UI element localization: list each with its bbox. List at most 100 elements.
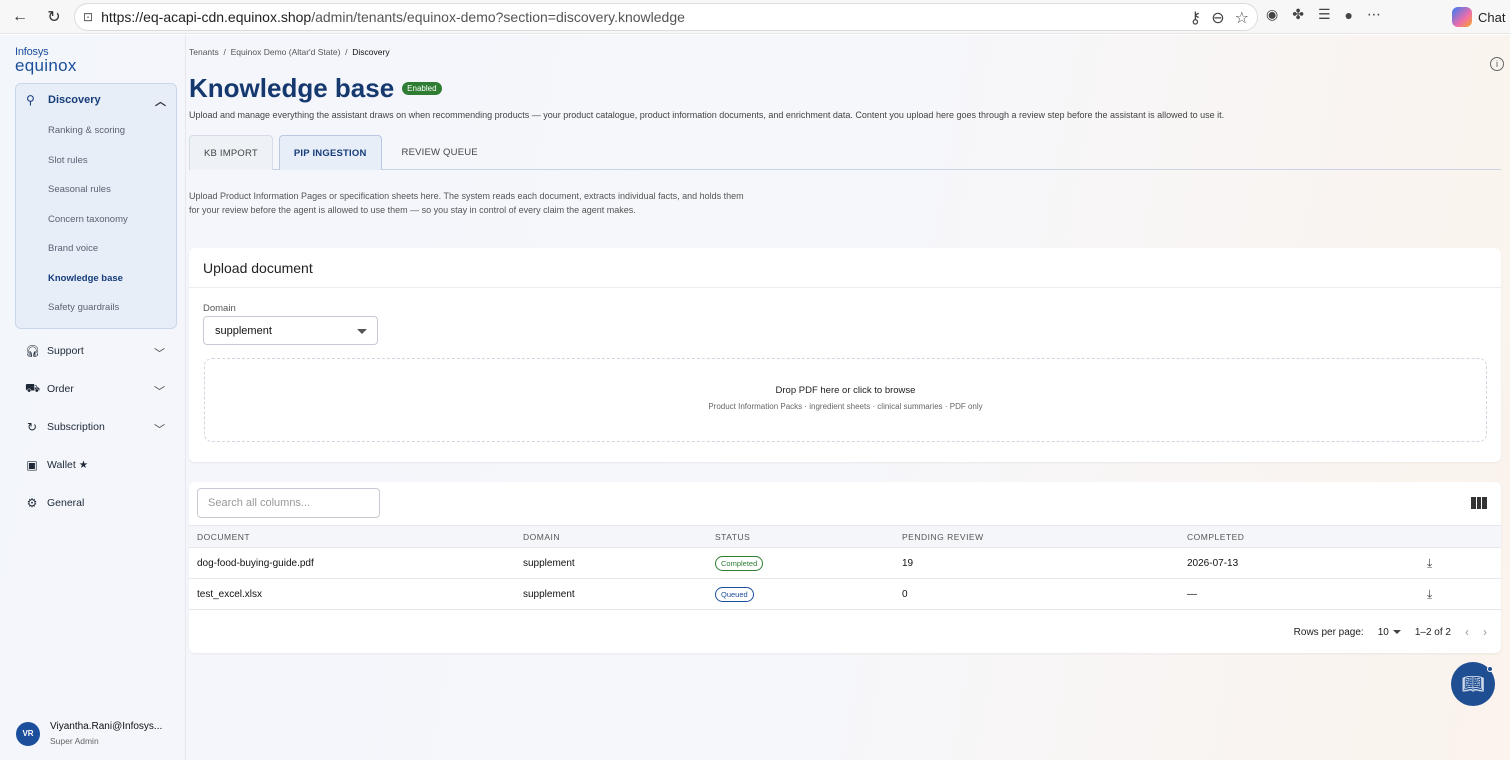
- column-header-status[interactable]: STATUS: [707, 525, 894, 548]
- sidebar-item-label: General: [47, 497, 85, 509]
- url-text: https://eq-acapi-cdn.equinox.shop/admin/…: [101, 9, 685, 25]
- chevron-down-icon[interactable]: ﹀: [154, 345, 165, 361]
- copilot-chat-button[interactable]: Chat: [1444, 4, 1510, 30]
- rows-per-page-select[interactable]: 10: [1378, 627, 1401, 638]
- dropzone-secondary-text: Product Information Packs · ingredient s…: [708, 402, 983, 411]
- page-header: Knowledge base Enabled: [189, 73, 442, 104]
- user-name: Viyantha.Rani@Infosys...: [50, 721, 163, 732]
- sidebar-item-discovery[interactable]: ⚲ Discovery ︿: [16, 84, 176, 116]
- record-icon[interactable]: ◉: [1266, 6, 1278, 23]
- logo[interactable]: Infosys equinox: [15, 47, 77, 75]
- sidebar-item-concern-taxonomy[interactable]: Concern taxonomy: [16, 205, 176, 235]
- sidebar-item-safety-guardrails[interactable]: Safety guardrails: [16, 293, 176, 323]
- cell-completed: —: [1179, 578, 1419, 610]
- dropzone-primary-text: Drop PDF here or click to browse: [775, 385, 916, 396]
- column-header-pending-review[interactable]: PENDING REVIEW: [894, 525, 1179, 548]
- headset-icon: 🎧︎: [25, 344, 41, 358]
- cell-pending: 0: [894, 578, 1179, 610]
- info-icon[interactable]: i: [1490, 57, 1504, 71]
- notification-dot: [1487, 666, 1493, 672]
- next-page-icon[interactable]: ›: [1483, 625, 1487, 639]
- sidebar-item-label: Support: [47, 345, 84, 357]
- chevron-down-icon[interactable]: ﹀: [154, 421, 165, 437]
- cell-actions: ⤓: [1419, 578, 1501, 610]
- cell-pending: 19: [894, 547, 1179, 579]
- sidebar-item-label: Discovery: [48, 94, 101, 106]
- cell-status: Queued: [707, 578, 894, 610]
- column-header-domain[interactable]: DOMAIN: [515, 525, 707, 548]
- upload-card-title: Upload document: [189, 248, 1501, 288]
- favorite-star-icon[interactable]: ☆: [1235, 8, 1249, 28]
- download-icon[interactable]: ⤓: [1427, 556, 1432, 570]
- caret-down-icon: [357, 329, 367, 334]
- tab-pip-ingestion[interactable]: PIP INGESTION: [278, 135, 382, 170]
- more-icon[interactable]: ⋯: [1367, 6, 1381, 23]
- sidebar-item-order[interactable]: ⛟ Order ﹀: [15, 373, 177, 405]
- user-profile[interactable]: VR Viyantha.Rani@Infosys... Super Admin: [16, 721, 162, 746]
- zoom-icon[interactable]: ⊖: [1211, 8, 1224, 28]
- sidebar-item-label: Order: [47, 383, 74, 395]
- breadcrumb-tenant[interactable]: Equinox Demo (Altar'd State): [231, 47, 341, 57]
- cell-domain: supplement: [515, 578, 707, 610]
- extensions-icon[interactable]: ✤: [1292, 6, 1304, 23]
- sidebar-item-seasonal-rules[interactable]: Seasonal rules: [16, 175, 176, 205]
- app-shell: Infosys equinox ⚲ Discovery ︿ Ranking & …: [0, 35, 1510, 760]
- breadcrumb-current: Discovery: [352, 47, 390, 57]
- sidebar-item-ranking[interactable]: Ranking & scoring: [16, 116, 176, 146]
- chevron-up-icon[interactable]: ︿: [155, 93, 166, 109]
- table-row[interactable]: dog-food-buying-guide.pdf supplement Com…: [189, 547, 1501, 579]
- cart-icon: ⛟: [25, 381, 41, 395]
- sidebar-item-knowledge-base[interactable]: Knowledge base: [16, 264, 176, 294]
- refresh-icon[interactable]: ↻: [40, 3, 68, 31]
- sidebar-item-support[interactable]: 🎧︎ Support ﹀: [15, 335, 177, 367]
- prev-page-icon[interactable]: ‹: [1465, 625, 1469, 639]
- password-key-icon[interactable]: ⚷: [1190, 8, 1202, 28]
- address-bar[interactable]: ⊡ https://eq-acapi-cdn.equinox.shop/admi…: [74, 3, 1258, 31]
- pdf-dropzone[interactable]: Drop PDF here or click to browse Product…: [204, 358, 1487, 442]
- table-row[interactable]: test_excel.xlsx supplement Queued 0 — ⤓: [189, 578, 1501, 610]
- rows-per-page-label: Rows per page:: [1293, 626, 1364, 638]
- column-header-document[interactable]: DOCUMENT: [189, 525, 515, 548]
- domain-select[interactable]: supplement: [203, 316, 378, 345]
- tab-review-queue[interactable]: REVIEW QUEUE: [388, 135, 492, 170]
- chevron-down-icon[interactable]: ﹀: [154, 383, 165, 399]
- breadcrumb: Tenants / Equinox Demo (Altar'd State) /…: [189, 47, 390, 57]
- columns-icon[interactable]: [1471, 497, 1488, 509]
- browser-toolbar: ← ↻ ⊡ https://eq-acapi-cdn.equinox.shop/…: [0, 0, 1510, 34]
- download-icon[interactable]: ⤓: [1427, 587, 1432, 601]
- tab-description: Upload Product Information Pages or spec…: [189, 191, 744, 215]
- back-icon[interactable]: ←: [6, 3, 34, 31]
- copilot-icon: [1452, 7, 1472, 27]
- help-fab-button[interactable]: 📖︎: [1451, 662, 1495, 706]
- caret-down-icon: [1392, 630, 1401, 634]
- sidebar-item-subscription[interactable]: ↻ Subscription ﹀: [15, 411, 177, 443]
- breadcrumb-tenants[interactable]: Tenants: [189, 47, 219, 57]
- cell-document: dog-food-buying-guide.pdf: [189, 547, 515, 579]
- sidebar-item-brand-voice[interactable]: Brand voice: [16, 234, 176, 264]
- documents-table: DOCUMENT DOMAIN STATUS PENDING REVIEW CO…: [189, 525, 1501, 610]
- status-pill: Completed: [715, 555, 764, 571]
- domain-select-value: supplement: [215, 324, 272, 337]
- sidebar-item-general[interactable]: ⚙ General: [15, 487, 177, 519]
- search-icon: ⚲: [26, 93, 35, 107]
- documents-table-card: Search all columns... DOCUMENT DOMAIN ST…: [189, 482, 1501, 653]
- avatar: VR: [16, 721, 40, 746]
- sidebar-group-discovery: ⚲ Discovery ︿ Ranking & scoring Slot rul…: [15, 83, 177, 329]
- column-header-completed[interactable]: COMPLETED: [1179, 525, 1419, 548]
- favorites-icon[interactable]: ☰: [1318, 6, 1331, 23]
- tab-kb-import[interactable]: KB IMPORT: [189, 135, 273, 170]
- site-info-icon[interactable]: ⊡: [83, 10, 93, 24]
- cell-actions: ⤓: [1419, 547, 1501, 579]
- rows-per-page-value: 10: [1377, 626, 1389, 638]
- sidebar-item-slot-rules[interactable]: Slot rules: [16, 146, 176, 176]
- sidebar-item-label: Subscription: [47, 421, 105, 433]
- page-range: 1–2 of 2: [1414, 626, 1451, 638]
- pagination: Rows per page: 10 1–2 of 2 ‹ ›: [1294, 625, 1487, 639]
- profile-icon[interactable]: ●: [1345, 7, 1353, 23]
- column-header-actions: [1419, 525, 1501, 548]
- breadcrumb-separator: /: [223, 47, 226, 57]
- search-input[interactable]: Search all columns...: [197, 488, 380, 518]
- cell-completed: 2026-07-13: [1179, 547, 1419, 579]
- cell-document: test_excel.xlsx: [189, 578, 515, 610]
- sidebar-item-wallet[interactable]: ▣ Wallet ★: [15, 449, 177, 481]
